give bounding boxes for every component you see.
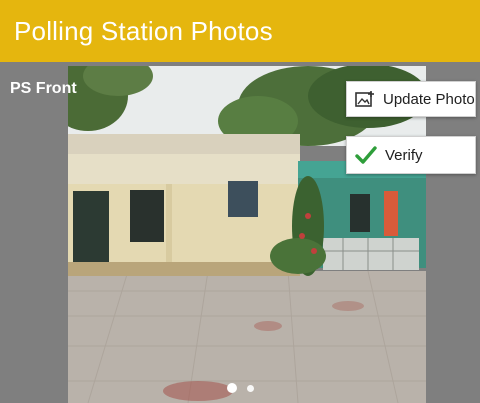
checkmark-icon xyxy=(355,145,377,165)
pager-dot[interactable] xyxy=(246,385,254,392)
update-photo-label: Update Photo xyxy=(383,90,475,108)
update-photo-button[interactable]: Update Photo xyxy=(346,81,476,117)
page-title: Polling Station Photos xyxy=(14,15,273,46)
photo-gallery[interactable]: PS Front Update Photo Verify xyxy=(0,62,480,403)
verify-button[interactable]: Verify xyxy=(346,136,476,174)
image-upload-icon xyxy=(355,90,375,108)
photo-caption: PS Front xyxy=(10,80,77,97)
photo-pager xyxy=(0,383,480,393)
app-header: Polling Station Photos xyxy=(0,0,480,62)
verify-label: Verify xyxy=(385,146,423,164)
pager-dot-active[interactable] xyxy=(226,383,237,393)
